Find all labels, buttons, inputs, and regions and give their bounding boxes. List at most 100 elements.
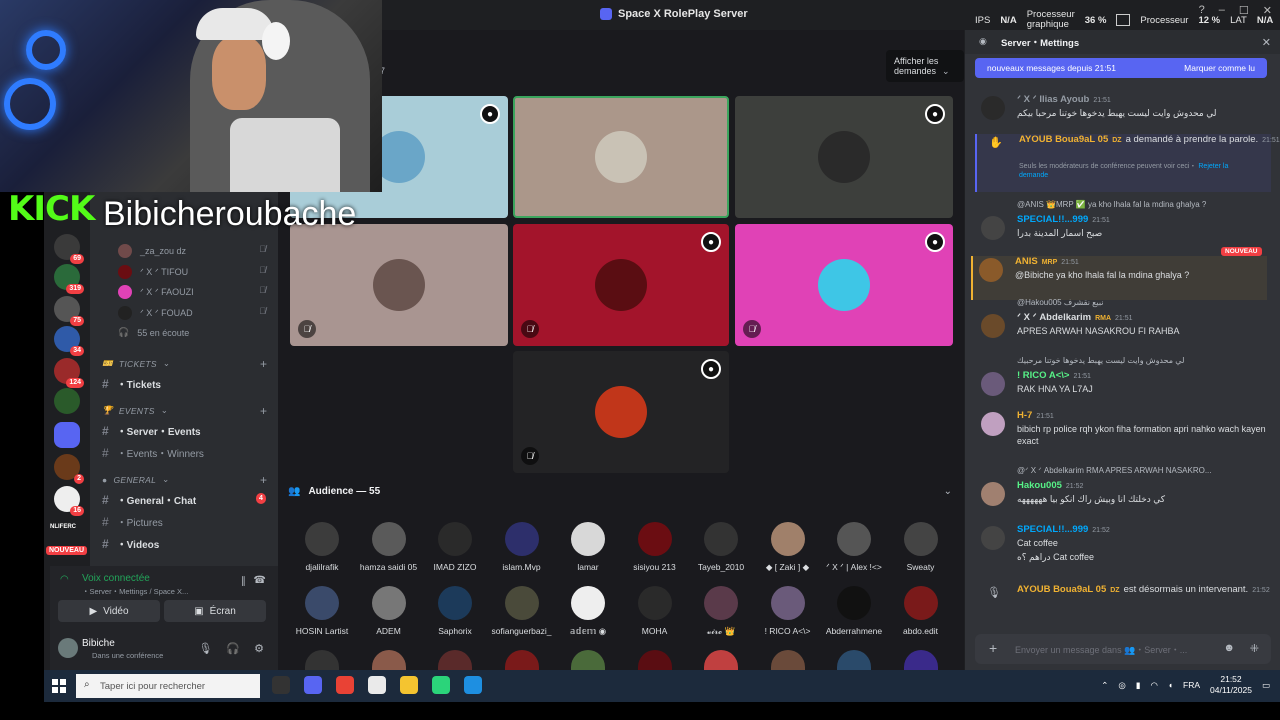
category-events[interactable]: 🏆 EVENTS ⌄ +: [102, 404, 267, 418]
server-icon[interactable]: 34: [54, 326, 84, 356]
chat-message[interactable]: ᐟ X ᐟ Ilias Ayoub 21:51 لي محدوش وايت ليست…: [975, 94, 1271, 138]
avatar[interactable]: [637, 650, 672, 670]
audience-member[interactable]: Saphorix: [421, 586, 489, 636]
server-icon[interactable]: 319: [54, 264, 84, 294]
wifi-icon[interactable]: ◠: [1150, 680, 1157, 691]
audience-member[interactable]: hamza saidi 05: [355, 522, 423, 572]
audience-member[interactable]: islam.Mvp: [488, 522, 556, 572]
audience-member[interactable]: MOHA: [621, 586, 689, 636]
audience-member[interactable]: lamar: [554, 522, 622, 572]
server-icon[interactable]: 124: [54, 358, 84, 388]
reply-preview[interactable]: @Hakou005 نبيع نقشرف: [1017, 298, 1103, 307]
app-icon[interactable]: [368, 676, 386, 694]
network-icon[interactable]: ◎: [1118, 680, 1125, 691]
channel-general-chat[interactable]: # ・General・Chat: [102, 492, 196, 508]
audience-member[interactable]: sofianguerbazi_: [488, 586, 556, 636]
server-icon[interactable]: [54, 388, 80, 414]
avatar[interactable]: [981, 482, 1005, 506]
audience-member[interactable]: sisiyou 213: [621, 522, 689, 572]
server-icon[interactable]: 2: [54, 454, 84, 484]
language-indicator[interactable]: FRA: [1183, 680, 1200, 690]
message-author[interactable]: ANIS MRP 21:51: [1015, 256, 1079, 267]
file-explorer-icon[interactable]: [400, 676, 418, 694]
close-window-button[interactable]: ✕: [1263, 4, 1272, 17]
audience-member[interactable]: ᐟ X ᐟ | Alex !<>: [820, 522, 888, 573]
channel-videos[interactable]: # ・Videos: [102, 536, 159, 552]
reject-request-link[interactable]: Rejeter la demande: [1019, 163, 1228, 179]
audience-member[interactable]: Abderrahmene: [820, 586, 888, 636]
task-view-icon[interactable]: [272, 676, 290, 694]
avatar[interactable]: [981, 372, 1005, 396]
voice-channel-path[interactable]: ・Server・Mettings / Space X...: [82, 586, 188, 597]
avatar[interactable]: [981, 526, 1005, 550]
chat-message[interactable]: H-7 21:51 bibich rp police rqh ykon fiha f…: [975, 410, 1271, 454]
voice-user[interactable]: ᐟ X ᐟ FOUAD: [118, 306, 193, 320]
taskbar-search[interactable]: ⌕ Taper ici pour rechercher: [76, 674, 260, 698]
avatar[interactable]: [903, 650, 938, 670]
app-icon[interactable]: [432, 676, 450, 694]
chat-message[interactable]: لي محدوش وايت ليست يهبط يدخوها خوتنا مرح…: [975, 356, 1271, 400]
message-author[interactable]: SPECIAL!!...999 21:51: [1017, 214, 1110, 225]
audience-member[interactable]: 𝓿𝓲𝓻𝓸 👑: [687, 586, 755, 637]
soundboard-icon[interactable]: ∥: [241, 576, 246, 587]
avatar[interactable]: [770, 650, 805, 670]
audience-member[interactable]: Tayeb_2010: [687, 522, 755, 572]
speaker-tile[interactable]: ● 🎙̸: [735, 224, 953, 346]
server-icon[interactable]: 69: [54, 234, 84, 264]
message-author[interactable]: SPECIAL!!...999 21:52: [1017, 524, 1110, 535]
message-author[interactable]: AYOUB Boua9aL 05 DZ est désormais un inter…: [1017, 584, 1270, 595]
avatar[interactable]: [981, 412, 1005, 436]
message-input[interactable]: + Envoyer un message dans 👥・Server・... ☻…: [975, 634, 1271, 664]
listening-count[interactable]: 🎧 55 en écoute: [118, 327, 189, 338]
volume-icon[interactable]: ◖: [1168, 680, 1173, 690]
folder-icon[interactable]: [54, 422, 80, 448]
screen-share-button[interactable]: ▣ Écran: [164, 600, 266, 622]
voice-user[interactable]: ᐟ X ᐟ TIFOU: [118, 265, 188, 279]
message-author[interactable]: AYOUB Boua9aL 05 DZ a demandé à prendre la…: [1019, 134, 1280, 145]
avatar[interactable]: [58, 638, 78, 658]
category-general[interactable]: ● GENERAL ⌄ +: [102, 473, 267, 487]
server-icon[interactable]: 16: [54, 486, 84, 516]
mark-read-button[interactable]: Marquer comme lu: [1184, 63, 1255, 73]
voice-user[interactable]: ᐟ X ᐟ FAOUZI: [118, 285, 194, 299]
chat-message[interactable]: 🎙 AYOUB Boua9aL 05 DZ est désormais un inte…: [975, 584, 1271, 628]
audience-header[interactable]: 👥 Audience — 55: [288, 486, 380, 497]
chat-message[interactable]: SPECIAL!!...999 21:52 Cat coffee دراهم ؟ه C…: [975, 524, 1271, 568]
chat-message[interactable]: @ᐟ X ᐟ Abdelkarim RMA APRES ARWAH NASAKR…: [975, 466, 1271, 510]
reply-preview[interactable]: @ANIS 👑MRP ✅ ya kho lhala fal la mdina g…: [1017, 200, 1206, 209]
speaker-tile[interactable]: 🎙̸: [290, 224, 508, 346]
message-author[interactable]: ! RICO A<\> 21:51: [1017, 370, 1091, 381]
chat-message[interactable]: @ANIS 👑MRP ✅ ya kho lhala fal la mdina g…: [975, 200, 1271, 244]
chevron-down-icon[interactable]: ⌄: [942, 66, 950, 77]
chrome-icon[interactable]: [336, 676, 354, 694]
avatar[interactable]: [837, 650, 871, 670]
speaker-tile[interactable]: ●: [735, 96, 953, 218]
reply-preview[interactable]: لي محدوش وايت ليست يهبط يدخوها خوتنا مرح…: [1017, 356, 1184, 365]
audience-member[interactable]: ◆ [ Zaki ] ◆: [754, 522, 822, 573]
headphones-icon[interactable]: 🎧: [226, 642, 240, 655]
voice-user[interactable]: _za_zou dz: [118, 244, 186, 258]
channel-events-winners[interactable]: # ・Events・Winners: [102, 445, 204, 461]
audience-member[interactable]: Sweaty: [887, 522, 955, 572]
apps-icon[interactable]: ⁜: [1250, 642, 1259, 655]
speaker-tile[interactable]: ● 🎙̸: [513, 351, 729, 473]
avatar[interactable]: [981, 216, 1005, 240]
avatar[interactable]: [438, 650, 472, 670]
avatar[interactable]: [981, 96, 1005, 120]
avatar[interactable]: [704, 650, 738, 670]
message-author[interactable]: ᐟ X ᐟ Abdelkarim RMA 21:51: [1017, 312, 1133, 323]
audience-member[interactable]: ! RICO A<\>: [754, 586, 822, 636]
avatar[interactable]: [979, 258, 1003, 282]
add-channel-icon[interactable]: +: [260, 404, 267, 418]
message-author[interactable]: Hakou005 21:52: [1017, 480, 1083, 491]
chevron-down-icon[interactable]: ⌄: [944, 486, 952, 497]
microphone-icon[interactable]: 🎙: [198, 642, 212, 655]
avatar[interactable]: [504, 650, 539, 670]
windows-start-icon[interactable]: [52, 679, 66, 693]
add-channel-icon[interactable]: +: [260, 357, 267, 371]
channel-server-events[interactable]: # ・Server・Events: [102, 423, 201, 439]
server-icon[interactable]: 75: [54, 296, 84, 326]
video-button[interactable]: ▶ Vidéo: [58, 600, 160, 622]
notification-icon[interactable]: ▭: [1262, 680, 1270, 691]
new-messages-bar[interactable]: nouveaux messages depuis 21:51 Marquer c…: [975, 58, 1267, 78]
